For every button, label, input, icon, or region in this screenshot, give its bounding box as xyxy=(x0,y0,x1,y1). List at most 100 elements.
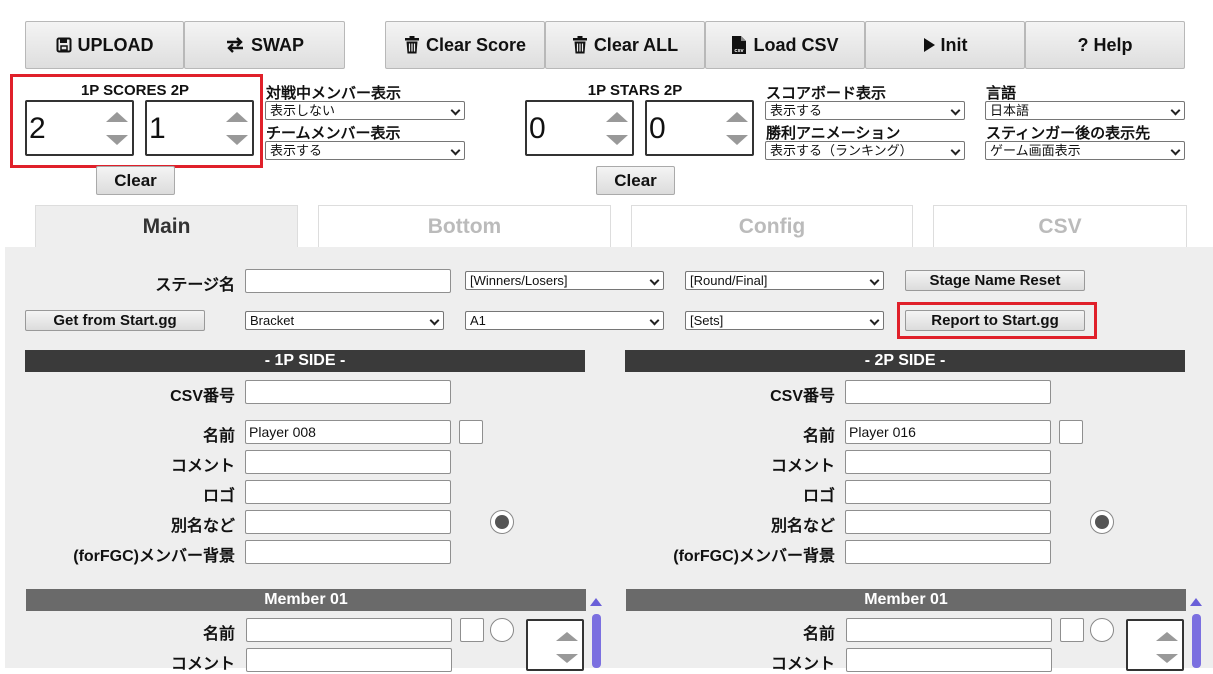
increment-icon[interactable] xyxy=(556,631,578,641)
p1-alias-input[interactable] xyxy=(245,510,451,534)
increment-icon[interactable] xyxy=(1156,631,1178,641)
p2-alias-input[interactable] xyxy=(845,510,1051,534)
p1-name-color-box[interactable] xyxy=(459,420,483,444)
stinger-target-select[interactable]: ゲーム画面表示 xyxy=(985,141,1185,160)
p1-member-order-stepper[interactable] xyxy=(526,619,584,671)
stage-name-label: ステージ名 xyxy=(155,277,235,294)
p2-alias-label: 別名など xyxy=(770,518,835,535)
p2-csv-number-label: CSV番号 xyxy=(770,388,835,405)
decrement-icon[interactable] xyxy=(726,135,748,147)
stage-name-input[interactable] xyxy=(245,269,451,293)
increment-icon[interactable] xyxy=(726,110,748,122)
bracket-select[interactable]: Bracket xyxy=(245,311,444,330)
p1-member-scrollbar[interactable] xyxy=(592,614,601,668)
csv-icon-text: csv xyxy=(735,48,745,54)
p1-name-label: 名前 xyxy=(202,428,235,445)
p2-logo-input[interactable] xyxy=(845,480,1051,504)
swap-icon xyxy=(226,37,243,53)
increment-icon[interactable] xyxy=(606,110,628,122)
clear-all-button[interactable]: Clear ALL xyxy=(545,21,705,69)
clear-scores-button[interactable]: Clear xyxy=(96,166,175,195)
p2-member-radio[interactable] xyxy=(1090,618,1114,642)
scoreboard-select[interactable]: 表示する xyxy=(765,101,965,120)
p1-name-input[interactable]: Player 008 xyxy=(245,420,451,444)
trash-icon xyxy=(572,36,587,54)
p2-member-color-box[interactable] xyxy=(1060,618,1084,642)
p1-member-01-header: Member 01 xyxy=(26,589,586,611)
win-animation-select[interactable]: 表示する（ランキング） xyxy=(765,141,965,160)
p2-member-name-input[interactable] xyxy=(846,618,1052,642)
p1-alias-label: 別名など xyxy=(170,518,235,535)
p1-csv-number-input[interactable] xyxy=(245,380,451,404)
language-label: 言語 xyxy=(986,85,1017,102)
team-members-label: チームメンバー表示 xyxy=(266,125,401,142)
p2-comment-label: コメント xyxy=(770,458,835,475)
p2-member-comment-label: コメント xyxy=(770,656,835,673)
increment-icon[interactable] xyxy=(226,110,248,122)
scores-label: 1P SCORES 2P xyxy=(80,82,190,99)
p2-name-color-box[interactable] xyxy=(1059,420,1083,444)
p2-member-order-stepper[interactable] xyxy=(1126,619,1184,671)
battle-members-label: 対戦中メンバー表示 xyxy=(266,85,402,102)
decrement-icon[interactable] xyxy=(1156,654,1178,664)
p1-member-comment-input[interactable] xyxy=(246,648,452,672)
swap-button[interactable]: SWAP xyxy=(184,21,345,69)
team-members-select[interactable]: 表示する xyxy=(265,141,465,160)
p2-scroll-up-icon[interactable] xyxy=(1190,598,1202,606)
p1-logo-input[interactable] xyxy=(245,480,451,504)
tab-config[interactable]: Config xyxy=(631,205,913,248)
clear-stars-button[interactable]: Clear xyxy=(596,166,675,195)
p2-score-value: 1 xyxy=(149,112,166,145)
p2-alias-radio[interactable] xyxy=(1090,510,1114,534)
p2-csv-number-input[interactable] xyxy=(845,380,1051,404)
clear-score-label: Clear Score xyxy=(425,34,527,55)
report-to-startgg-button[interactable]: Report to Start.gg xyxy=(905,310,1085,331)
tab-csv[interactable]: CSV xyxy=(933,205,1187,248)
p1-member-comment-label: コメント xyxy=(170,656,235,673)
battle-members-select[interactable]: 表示しない xyxy=(265,101,465,120)
help-button[interactable]: ? Help xyxy=(1025,21,1185,69)
tab-bottom[interactable]: Bottom xyxy=(318,205,611,248)
language-select[interactable]: 日本語 xyxy=(985,101,1185,120)
load-csv-button[interactable]: csv Load CSV xyxy=(705,21,865,69)
p2-member-scrollbar[interactable] xyxy=(1192,614,1201,668)
init-button[interactable]: Init xyxy=(865,21,1025,69)
p2-comment-input[interactable] xyxy=(845,450,1051,474)
p1-stars-input[interactable]: 0 xyxy=(525,100,634,156)
decrement-icon[interactable] xyxy=(226,135,248,147)
decrement-icon[interactable] xyxy=(606,135,628,147)
increment-icon[interactable] xyxy=(106,110,128,122)
upload-label: UPLOAD xyxy=(77,34,154,55)
pool-select[interactable]: A1 xyxy=(465,311,664,330)
decrement-icon[interactable] xyxy=(106,135,128,147)
tab-main[interactable]: Main xyxy=(35,205,298,248)
p1-member-name-input[interactable] xyxy=(246,618,452,642)
stage-name-reset-button[interactable]: Stage Name Reset xyxy=(905,270,1085,291)
p1-scroll-up-icon[interactable] xyxy=(590,598,602,606)
sets-select[interactable]: [Sets] xyxy=(685,311,884,330)
p1-side-header: - 1P SIDE - xyxy=(25,350,585,372)
help-label: ? Help xyxy=(1077,34,1133,55)
decrement-icon[interactable] xyxy=(556,654,578,664)
p2-name-label: 名前 xyxy=(802,428,835,445)
p2-stars-input[interactable]: 0 xyxy=(645,100,754,156)
p2-score-input[interactable]: 1 xyxy=(145,100,254,156)
trash-icon xyxy=(404,36,419,54)
csv-file-icon: csv xyxy=(732,36,747,54)
winners-losers-select[interactable]: [Winners/Losers] xyxy=(465,271,664,290)
p2-member-comment-input[interactable] xyxy=(846,648,1052,672)
p2-member-bg-input[interactable] xyxy=(845,540,1051,564)
p1-comment-input[interactable] xyxy=(245,450,451,474)
p2-side-header: - 2P SIDE - xyxy=(625,350,1185,372)
save-icon xyxy=(56,37,71,53)
p1-score-input[interactable]: 2 xyxy=(25,100,134,156)
get-from-startgg-button[interactable]: Get from Start.gg xyxy=(25,310,205,331)
upload-button[interactable]: UPLOAD xyxy=(25,21,184,69)
p1-member-bg-input[interactable] xyxy=(245,540,451,564)
clear-score-button[interactable]: Clear Score xyxy=(385,21,545,69)
p2-name-input[interactable]: Player 016 xyxy=(845,420,1051,444)
p1-member-color-box[interactable] xyxy=(460,618,484,642)
p1-alias-radio[interactable] xyxy=(490,510,514,534)
round-final-select[interactable]: [Round/Final] xyxy=(685,271,884,290)
p1-member-radio[interactable] xyxy=(490,618,514,642)
